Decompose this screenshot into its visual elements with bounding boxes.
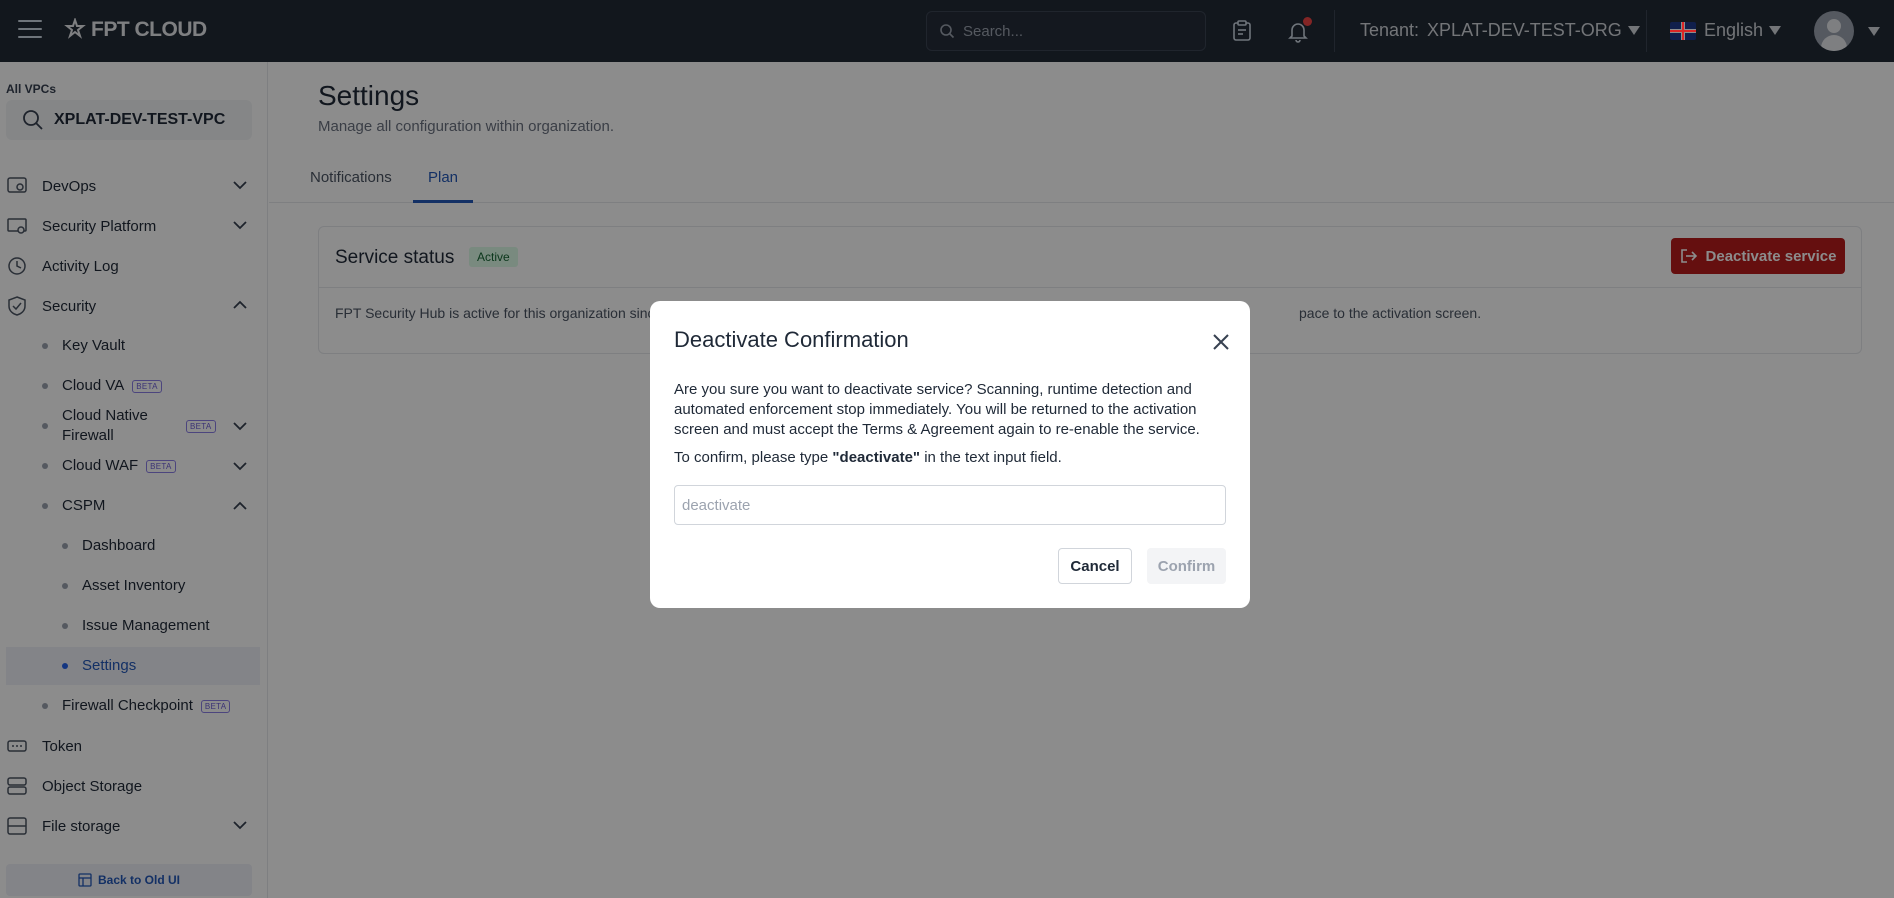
cancel-button[interactable]: Cancel — [1058, 548, 1132, 584]
confirm-keyword: "deactivate" — [832, 449, 921, 466]
confirm-instruction: To confirm, please type "deactivate" in … — [674, 449, 1062, 466]
confirm-text-input[interactable] — [674, 485, 1226, 525]
dialog-title: Deactivate Confirmation — [674, 327, 909, 352]
confirm-prefix: To confirm, please type — [674, 449, 833, 466]
dialog-message: Are you sure you want to deactivate serv… — [674, 381, 1200, 438]
close-icon[interactable] — [1210, 331, 1232, 353]
deactivate-confirmation-dialog: Deactivate Confirmation Are you sure you… — [650, 301, 1250, 608]
confirm-button[interactable]: Confirm — [1147, 548, 1226, 584]
confirm-suffix: in the text input field. — [920, 449, 1062, 466]
